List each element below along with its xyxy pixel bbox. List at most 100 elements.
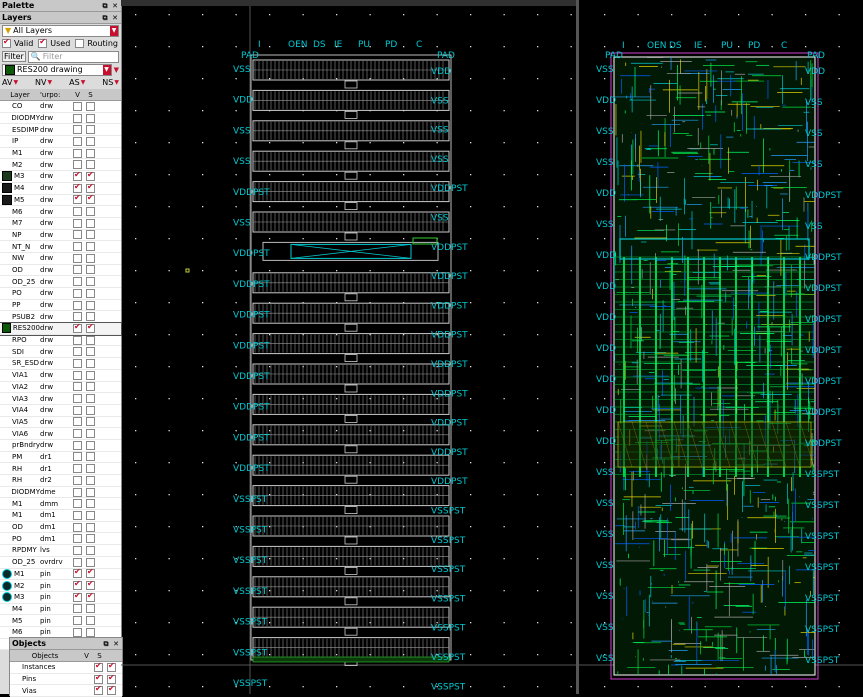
routing-checkbox[interactable] [75, 39, 85, 48]
visible-checkbox[interactable] [73, 218, 82, 228]
layer-row[interactable]: DIODMY drw [0, 112, 121, 125]
selectable-checkbox[interactable] [86, 230, 95, 240]
layer-row[interactable]: prBndry drw [0, 439, 121, 452]
visible-checkbox[interactable] [73, 499, 82, 509]
visible-checkbox[interactable] [73, 136, 82, 146]
layer-row[interactable]: NW drw [0, 252, 121, 265]
selectable-checkbox[interactable] [86, 253, 95, 263]
layer-row[interactable]: VIA1 drw [0, 369, 121, 382]
selectable-checkbox[interactable] [86, 499, 95, 509]
visible-checkbox[interactable] [73, 475, 82, 485]
visible-checkbox[interactable] [73, 230, 82, 240]
selectable-checkbox[interactable] [86, 429, 95, 439]
layer-row[interactable]: M5 drw [0, 193, 121, 207]
layer-row[interactable]: M3 pin [0, 591, 121, 604]
visible-checkbox[interactable] [73, 464, 82, 474]
visible-checkbox[interactable] [73, 358, 82, 368]
visible-checkbox[interactable] [73, 394, 82, 404]
layer-row[interactable]: PSUB2 drw [0, 311, 121, 324]
selectable-checkbox[interactable] [86, 322, 95, 333]
layer-row[interactable]: M2 drw [0, 159, 121, 172]
selectable-checkbox[interactable] [86, 182, 95, 193]
selectable-checkbox[interactable] [86, 218, 95, 228]
visible-checkbox[interactable] [73, 160, 82, 170]
layer-row[interactable]: M1 pin [0, 567, 121, 581]
selectable-checkbox[interactable] [86, 382, 95, 392]
selectable-checkbox[interactable] [86, 277, 95, 287]
visible-checkbox[interactable] [73, 440, 82, 450]
visible-checkbox[interactable] [73, 627, 82, 637]
col-v[interactable]: V [71, 91, 84, 99]
layer-row[interactable]: SR_ESD drw [0, 358, 121, 370]
selectable-checkbox[interactable] [86, 464, 95, 474]
visible-checkbox[interactable] [73, 534, 82, 544]
used-checkbox[interactable] [38, 37, 48, 48]
layer-row[interactable]: RH dr2 [0, 475, 121, 487]
layer-row[interactable]: M2 pin [0, 579, 121, 592]
selectable-checkbox[interactable] [86, 335, 95, 345]
visible-checkbox[interactable] [73, 312, 82, 322]
float-icon[interactable]: ⧉ [101, 2, 109, 10]
visible-checkbox[interactable] [73, 253, 82, 263]
layer-row[interactable]: NT_N drw [0, 241, 121, 253]
selectable-checkbox[interactable] [86, 288, 95, 298]
visible-checkbox[interactable] [73, 522, 82, 532]
selectable-checkbox[interactable] [86, 616, 95, 626]
layer-row[interactable]: RPDMY lvs [0, 545, 121, 557]
visible-checkbox[interactable] [73, 242, 82, 252]
selectable-checkbox[interactable] [86, 300, 95, 310]
visible-checkbox[interactable] [73, 604, 82, 614]
layer-row[interactable]: IP drw [0, 136, 121, 148]
visible-checkbox[interactable] [73, 193, 82, 205]
selectable-checkbox[interactable] [86, 567, 95, 579]
selectable-checkbox[interactable] [86, 193, 95, 205]
layer-row[interactable]: ESDIMP drw [0, 124, 121, 137]
selectable-checkbox[interactable] [86, 358, 95, 368]
visible-checkbox[interactable] [73, 579, 82, 591]
layer-row[interactable]: CO drw [0, 101, 121, 113]
selectable-checkbox[interactable] [86, 417, 95, 427]
visible-checkbox[interactable] [73, 125, 82, 135]
layer-row[interactable]: M4 pin [0, 603, 121, 616]
close-icon[interactable]: ✕ [111, 14, 119, 22]
visible-checkbox[interactable] [73, 545, 82, 555]
col-purpose[interactable]: 'urpo: [40, 91, 71, 99]
visible-checkbox[interactable] [73, 347, 82, 357]
visible-checkbox[interactable] [73, 452, 82, 462]
visible-checkbox[interactable] [73, 288, 82, 298]
visible-checkbox[interactable] [73, 335, 82, 345]
selectable-checkbox[interactable] [86, 405, 95, 415]
selectable-checkbox[interactable] [86, 207, 95, 217]
selectable-checkbox[interactable] [86, 125, 95, 135]
selectable-checkbox[interactable] [86, 370, 95, 380]
selectable-checkbox[interactable] [86, 452, 95, 462]
visible-checkbox[interactable] [73, 277, 82, 287]
layer-row[interactable]: OD drw [0, 264, 121, 277]
selectable-checkbox[interactable] [86, 487, 95, 497]
vis-button-ns[interactable]: NS ▼ [102, 78, 119, 87]
layer-row[interactable]: M4 drw [0, 182, 121, 195]
visible-checkbox[interactable] [73, 510, 82, 520]
selectable-checkbox[interactable] [86, 591, 95, 602]
selectable-checkbox[interactable] [107, 673, 116, 684]
selectable-checkbox[interactable] [86, 136, 95, 146]
selectable-checkbox[interactable] [86, 579, 95, 591]
layer-row[interactable]: PO drw [0, 288, 121, 300]
selectable-checkbox[interactable] [86, 170, 95, 181]
visible-checkbox[interactable] [73, 322, 82, 333]
visible-checkbox[interactable] [73, 300, 82, 310]
layer-row[interactable]: DIODMY dme [0, 486, 121, 499]
visible-checkbox[interactable] [73, 170, 82, 181]
selectable-checkbox[interactable] [86, 545, 95, 555]
close-icon[interactable]: ✕ [111, 2, 119, 10]
vis-button-nv[interactable]: NV ▼ [35, 78, 52, 87]
visible-checkbox[interactable] [73, 113, 82, 123]
object-row[interactable]: Vias [10, 684, 122, 697]
visible-checkbox[interactable] [73, 567, 82, 579]
visible-checkbox[interactable] [73, 616, 82, 626]
col-layer[interactable]: Layer [0, 91, 40, 99]
layer-row[interactable]: VIA3 drw [0, 393, 121, 405]
selectable-checkbox[interactable] [86, 604, 95, 614]
visible-checkbox[interactable] [73, 265, 82, 275]
layer-row[interactable]: NP drw [0, 229, 121, 242]
